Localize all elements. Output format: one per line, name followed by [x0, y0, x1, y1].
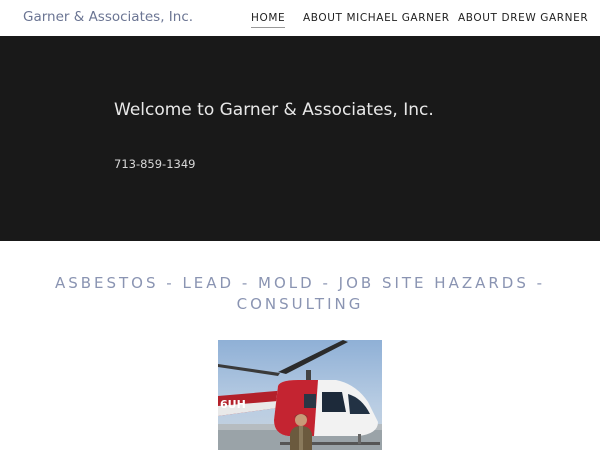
- hero-title: Welcome to Garner & Associates, Inc.: [114, 100, 434, 120]
- main-nav: HOME ABOUT MICHAEL GARNER ABOUT DREW GAR…: [0, 12, 600, 32]
- site-header: Garner & Associates, Inc. HOME ABOUT MIC…: [0, 0, 600, 36]
- helicopter-photo: 6UH: [218, 340, 382, 450]
- nav-home[interactable]: HOME: [251, 12, 286, 28]
- tagline-line-1: ASBESTOS - LEAD - MOLD - JOB SITE HAZARD…: [54, 274, 546, 292]
- nav-about-michael-garner[interactable]: ABOUT MICHAEL GARNER: [303, 12, 450, 24]
- aircraft-marking: 6UH: [220, 398, 246, 411]
- nav-about-drew-garner[interactable]: ABOUT DREW GARNER: [458, 12, 588, 24]
- helicopter-photo-image: 6UH: [218, 340, 382, 450]
- hero-banner: Welcome to Garner & Associates, Inc. 713…: [0, 36, 600, 241]
- hero-phone: 713-859-1349: [114, 157, 196, 171]
- tagline-line-2: CONSULTING: [236, 295, 364, 313]
- services-tagline: ASBESTOS - LEAD - MOLD - JOB SITE HAZARD…: [40, 273, 560, 315]
